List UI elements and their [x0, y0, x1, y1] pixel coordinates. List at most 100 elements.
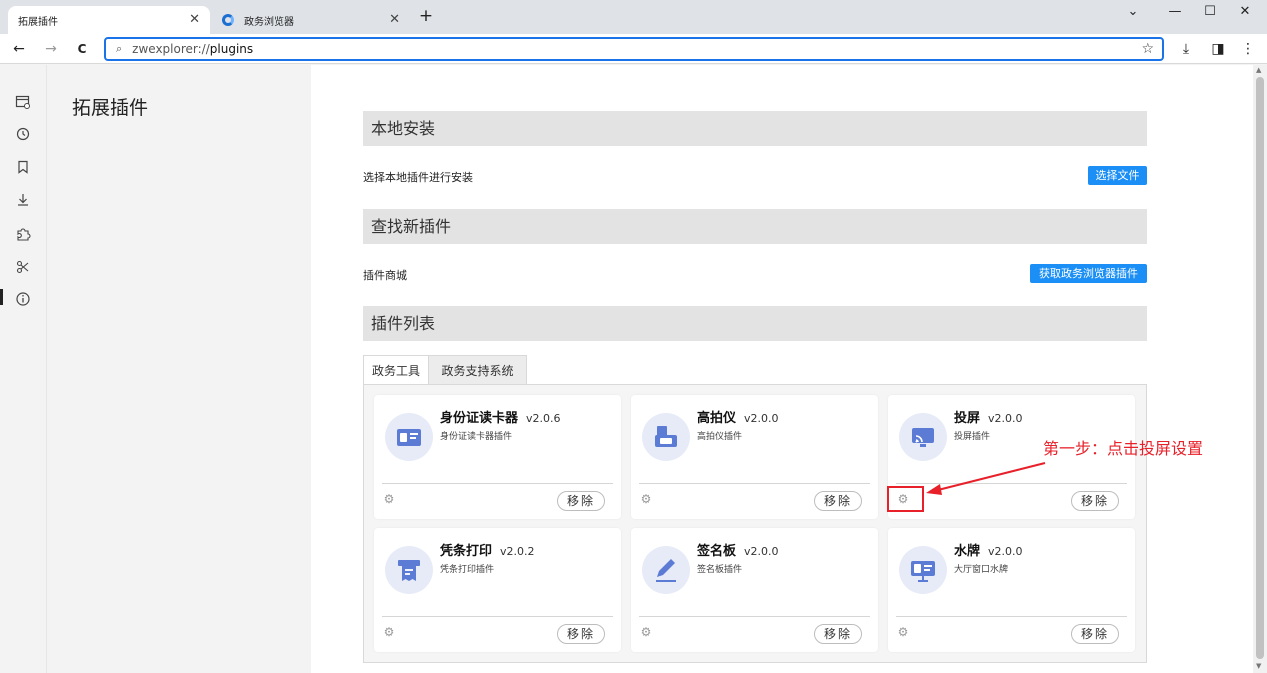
tab-gov-support[interactable]: 政务支持系统: [429, 355, 527, 385]
plugin-version: v2.0.0: [744, 412, 779, 425]
plugin-name: 投屏 v2.0.0: [954, 407, 1023, 426]
remove-button[interactable]: 移除: [814, 491, 862, 511]
side-panel: 拓展插件: [47, 65, 311, 673]
plugin-name-text: 身份证读卡器: [440, 411, 519, 426]
tab-plugins[interactable]: 拓展插件 ✕: [8, 6, 210, 34]
side-panel-icon[interactable]: ◨: [1207, 38, 1229, 60]
plugin-card-sign-board: 水牌 v2.0.0 大厅窗口水牌 ⚙ 移除: [888, 528, 1135, 652]
download-icon[interactable]: [14, 191, 32, 209]
receipt-printer-icon: [385, 546, 433, 594]
plugin-name: 水牌 v2.0.0: [954, 540, 1023, 559]
forward-button[interactable]: →: [40, 38, 62, 60]
scroll-down-icon[interactable]: ▼: [1256, 662, 1261, 670]
bookmark-star-icon[interactable]: ☆: [1141, 41, 1154, 57]
tab-bar: 拓展插件 ✕ 政务浏览器 ✕ + ⌄ — ☐ ✕: [0, 0, 1267, 34]
tab-label: 政务浏览器: [244, 16, 294, 28]
remove-button[interactable]: 移除: [557, 624, 605, 644]
plugin-version: v2.0.2: [500, 545, 535, 558]
get-plugins-button[interactable]: 获取政务浏览器插件: [1030, 264, 1147, 283]
close-tab-icon[interactable]: ✕: [389, 12, 400, 27]
cast-icon: [899, 413, 947, 461]
left-icon-rail: [0, 65, 47, 673]
plugin-desc: 凭条打印插件: [440, 565, 495, 575]
plugin-card-signature-pad: 签名板 v2.0.0 签名板插件 ⚙ 移除: [631, 528, 878, 652]
page-title: 拓展插件: [72, 97, 149, 119]
plugin-desc: 投屏插件: [954, 432, 991, 442]
plugin-store-label: 插件商城: [363, 269, 407, 282]
scrollbar[interactable]: ▲ ▼: [1253, 65, 1267, 673]
tab-zw-browser[interactable]: 政务浏览器 ✕: [212, 6, 410, 34]
plugin-name-text: 凭条打印: [440, 544, 493, 559]
section-find-plugins: 查找新插件: [363, 209, 1147, 244]
gear-icon[interactable]: ⚙: [896, 625, 910, 639]
divider: [896, 616, 1127, 617]
tab-label: 拓展插件: [18, 16, 58, 28]
url-scheme: zwexplorer://: [132, 42, 210, 56]
history-icon[interactable]: [14, 125, 32, 143]
tab-gov-tools[interactable]: 政务工具: [363, 355, 429, 385]
scrollbar-thumb[interactable]: [1256, 77, 1264, 659]
plugin-name: 凭条打印 v2.0.2: [440, 540, 535, 559]
local-install-label: 选择本地插件进行安装: [363, 171, 473, 184]
new-tab-button[interactable]: +: [416, 6, 436, 26]
browser-settings-icon[interactable]: [14, 93, 32, 111]
remove-button[interactable]: 移除: [1071, 624, 1119, 644]
minimize-button[interactable]: —: [1163, 4, 1187, 19]
plugin-version: v2.0.0: [988, 412, 1023, 425]
remove-button[interactable]: 移除: [1071, 491, 1119, 511]
scroll-up-icon[interactable]: ▲: [1256, 66, 1261, 74]
remove-button[interactable]: 移除: [814, 624, 862, 644]
tools-icon[interactable]: [14, 258, 32, 276]
section-local-install: 本地安装: [363, 111, 1147, 146]
gear-icon[interactable]: ⚙: [639, 625, 653, 639]
plugin-name: 签名板 v2.0.0: [697, 540, 779, 559]
scanner-icon: [642, 413, 690, 461]
plugin-name-text: 投屏: [954, 411, 981, 426]
plugin-version: v2.0.0: [988, 545, 1023, 558]
divider: [382, 616, 613, 617]
plugin-name-text: 高拍仪: [697, 411, 737, 426]
menu-icon[interactable]: ⋮: [1237, 38, 1259, 60]
active-indicator: [0, 289, 3, 305]
plugin-name: 身份证读卡器 v2.0.6: [440, 407, 561, 426]
id-card-icon: [385, 413, 433, 461]
gear-icon[interactable]: ⚙: [639, 492, 653, 506]
plugin-name-text: 水牌: [954, 544, 981, 559]
plugin-card-id-reader: 身份证读卡器 v2.0.6 身份证读卡器插件 ⚙ 移除: [374, 395, 621, 519]
gear-icon[interactable]: ⚙: [382, 625, 396, 639]
close-tab-icon[interactable]: ✕: [189, 12, 200, 27]
maximize-button[interactable]: ☐: [1198, 4, 1222, 19]
plugin-desc: 身份证读卡器插件: [440, 432, 513, 442]
address-bar[interactable]: ⌕ zwexplorer:// plugins ☆: [104, 37, 1164, 61]
divider: [382, 483, 613, 484]
signature-pad-icon: [642, 546, 690, 594]
remove-button[interactable]: 移除: [557, 491, 605, 511]
gear-icon[interactable]: ⚙: [382, 492, 396, 506]
info-icon[interactable]: [14, 290, 32, 308]
section-plugin-list: 插件列表: [363, 306, 1147, 341]
annotation-text: 第一步：点击投屏设置: [1043, 439, 1204, 458]
chevron-down-icon[interactable]: ⌄: [1121, 4, 1145, 19]
browser-toolbar: ← → C ⌕ zwexplorer:// plugins ☆ ⤓ ◨ ⋮: [0, 34, 1267, 64]
plugin-name: 高拍仪 v2.0.0: [697, 407, 779, 426]
choose-file-button[interactable]: 选择文件: [1088, 166, 1147, 185]
close-window-button[interactable]: ✕: [1233, 4, 1257, 19]
browser-logo-icon: [222, 14, 234, 26]
url-host: plugins: [209, 42, 254, 56]
plugin-name-text: 签名板: [697, 544, 737, 559]
reload-button[interactable]: C: [71, 38, 93, 60]
plugin-card-receipt-printer: 凭条打印 v2.0.2 凭条打印插件 ⚙ 移除: [374, 528, 621, 652]
plugin-version: v2.0.0: [744, 545, 779, 558]
download-icon[interactable]: ⤓: [1175, 38, 1197, 60]
annotation-highlight-box: [887, 486, 924, 512]
plugin-list: 身份证读卡器 v2.0.6 身份证读卡器插件 ⚙ 移除 高拍仪 v2.0.0 高拍仪…: [363, 384, 1147, 663]
bookmarks-icon[interactable]: [14, 158, 32, 176]
main-content: 本地安装 选择本地插件进行安装 选择文件 查找新插件 插件商城 获取政务浏览器插…: [311, 65, 1253, 673]
divider: [639, 483, 870, 484]
puzzle-icon[interactable]: [14, 225, 32, 243]
annotation-arrow-icon: [926, 462, 1046, 495]
plugin-card-scanner: 高拍仪 v2.0.0 高拍仪插件 ⚙ 移除: [631, 395, 878, 519]
back-button[interactable]: ←: [8, 38, 30, 60]
plugin-version: v2.0.6: [526, 412, 561, 425]
plugin-desc: 高拍仪插件: [697, 432, 743, 442]
